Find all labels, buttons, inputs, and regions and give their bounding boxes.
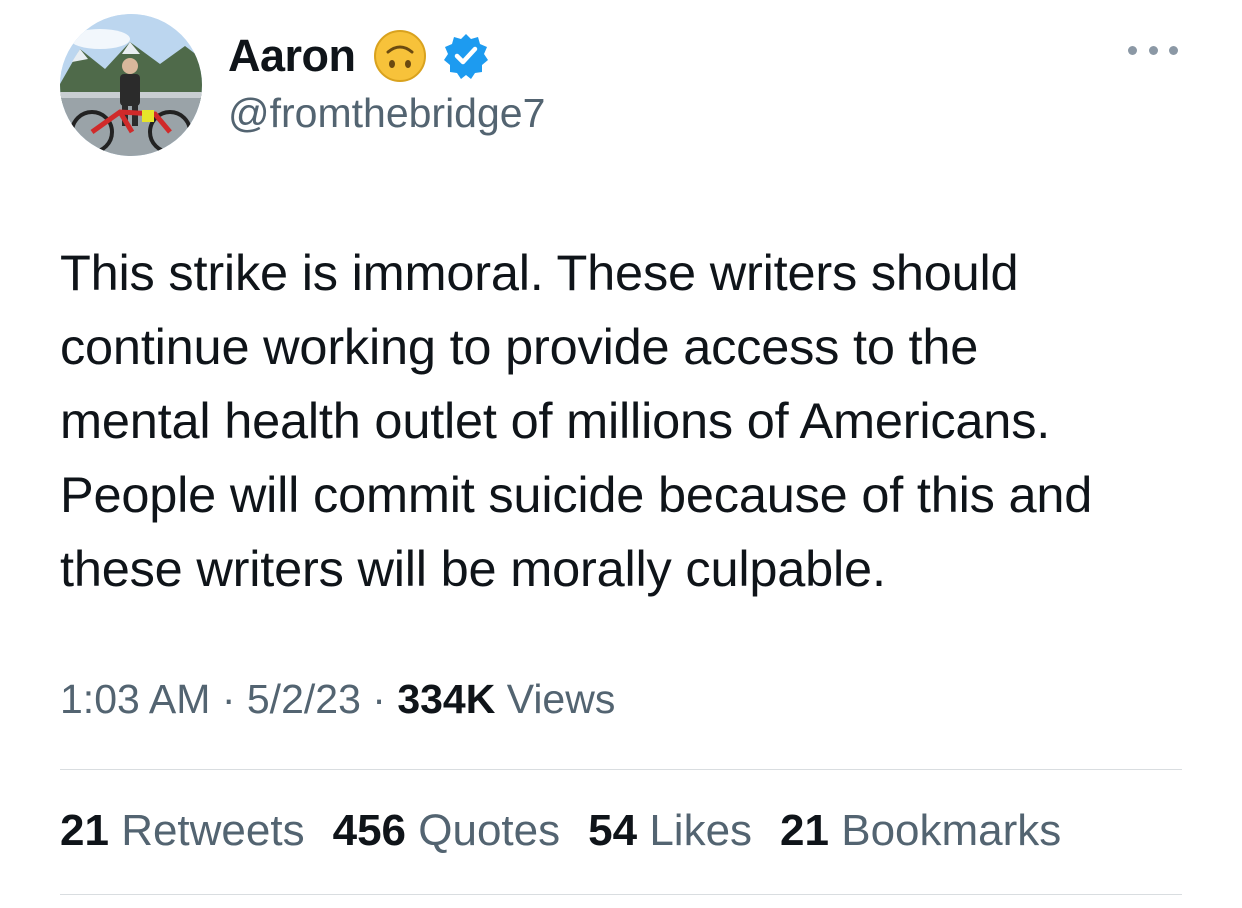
stat-count: 21 — [60, 806, 109, 855]
verified-badge-icon — [443, 34, 488, 79]
stat-quotes[interactable]: 456 Quotes — [333, 806, 561, 856]
stat-label: Quotes — [418, 806, 561, 855]
stat-likes[interactable]: 54 Likes — [588, 806, 752, 856]
stat-label: Retweets — [121, 806, 305, 855]
stat-count: 54 — [588, 806, 638, 855]
stat-retweets[interactable]: 21 Retweets — [60, 806, 305, 856]
tweet-text: This strike is immoral. These writers sh… — [60, 236, 1200, 606]
tweet-meta: 1:03 AM · 5/2/23 · 334K Views — [60, 676, 615, 723]
author-name-row: Aaron — [228, 28, 490, 84]
stat-count: 456 — [332, 806, 407, 855]
dot — [1169, 45, 1178, 55]
stat-label: Bookmarks — [841, 806, 1062, 855]
views-label: Views — [495, 676, 616, 722]
display-name[interactable]: Aaron — [228, 30, 356, 82]
stat-count: 21 — [780, 806, 829, 855]
tweet-text-line: mental health outlet of millions of Amer… — [60, 392, 1051, 449]
stat-bookmarks[interactable]: 21 Bookmarks — [780, 806, 1061, 856]
separator: · — [210, 676, 247, 722]
tweet-text-line: these writers will be morally culpable. — [60, 540, 886, 597]
tweet-date[interactable]: 5/2/23 — [247, 676, 361, 722]
separator: · — [360, 676, 398, 722]
tweet-text-line: continue working to provide access to th… — [60, 318, 979, 375]
divider — [60, 894, 1182, 895]
tweet-time[interactable]: 1:03 AM — [60, 676, 210, 722]
more-options-icon[interactable] — [1128, 30, 1178, 70]
upside-down-face-emoji-icon — [373, 30, 426, 82]
dot — [1128, 45, 1137, 55]
tweet-text-line: This strike is immoral. These writers sh… — [60, 244, 1019, 301]
avatar[interactable] — [60, 14, 202, 156]
avatar-photo — [60, 14, 202, 156]
views-count: 334K — [397, 676, 496, 722]
engagement-stats: 21 Retweets 456 Quotes 54 Likes 21 Bookm… — [60, 806, 1089, 856]
tweet-text-line: People will commit suicide because of th… — [60, 466, 1093, 523]
author-handle[interactable]: @fromthebridge7 — [228, 90, 545, 137]
dot — [1148, 45, 1158, 55]
stat-label: Likes — [649, 806, 753, 855]
divider — [60, 769, 1182, 770]
tweet-card: Aaron @fromthebridge7 This strike is imm… — [0, 0, 1242, 908]
